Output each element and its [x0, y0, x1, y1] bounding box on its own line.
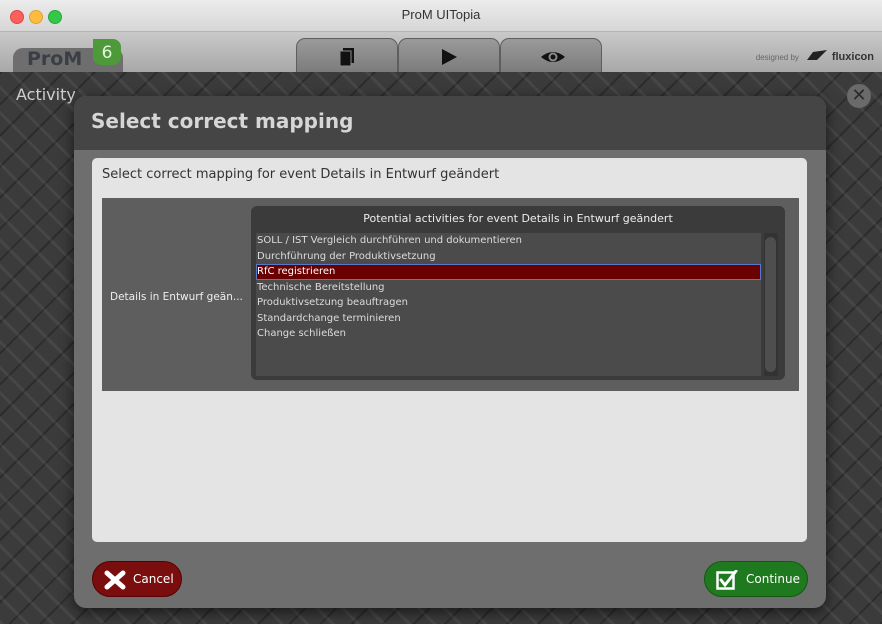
cancel-label: Cancel: [133, 572, 174, 586]
dialog-header: Select correct mapping: [74, 96, 826, 150]
checkbox-checked-icon: [716, 570, 738, 590]
tab-views[interactable]: [500, 38, 602, 74]
brand-name: fluxicon: [831, 51, 874, 63]
activity-item[interactable]: SOLL / IST Vergleich durchführen und dok…: [256, 233, 761, 249]
tab-workspace[interactable]: [296, 38, 398, 74]
play-icon: [442, 49, 457, 65]
dialog-content: Select correct mapping for event Details…: [92, 158, 807, 542]
continue-button[interactable]: Continue: [704, 561, 808, 597]
logo-version: 6: [93, 39, 121, 65]
app-window: ProM UITopia ProM 6 designed by fluxicon…: [0, 0, 882, 624]
workspace-icon: [339, 48, 354, 67]
activity-list-panel: Potential activities for event Details i…: [251, 206, 785, 380]
window-title: ProM UITopia: [401, 7, 481, 22]
activity-item[interactable]: Durchführung der Produktivsetzung: [256, 249, 761, 265]
activity-item[interactable]: Standardchange terminieren: [256, 311, 761, 327]
eye-icon: [541, 52, 565, 62]
activity-list[interactable]: SOLL / IST Vergleich durchführen und dok…: [256, 233, 761, 376]
logo-text: ProM: [27, 48, 83, 70]
mapping-row: Details in Entwurf geän... Potential act…: [102, 198, 799, 391]
cancel-button[interactable]: Cancel: [92, 561, 182, 597]
activity-list-header: Potential activities for event Details i…: [363, 212, 673, 225]
mapping-dialog: Select correct mapping Select correct ma…: [74, 96, 826, 608]
designed-by: designed by fluxicon: [756, 47, 874, 65]
tab-actions[interactable]: [398, 38, 500, 74]
activity-item[interactable]: Technische Bereitstellung: [256, 280, 761, 296]
list-scrollbar-thumb[interactable]: [765, 237, 776, 372]
fluxicon-logo-icon: [807, 50, 828, 60]
close-panel-icon[interactable]: ✕: [847, 84, 871, 108]
mapping-prompt: Select correct mapping for event Details…: [102, 167, 500, 182]
activity-item[interactable]: Produktivsetzung beauftragen: [256, 295, 761, 311]
activity-item-selected[interactable]: RfC registrieren: [256, 264, 761, 280]
cancel-x-icon: [104, 570, 126, 590]
designed-by-label: designed by: [755, 53, 799, 62]
continue-label: Continue: [746, 572, 800, 586]
event-label: Details in Entwurf geän...: [110, 291, 243, 303]
activity-item[interactable]: Change schließen: [256, 326, 761, 342]
title-bar: ProM UITopia: [0, 0, 882, 32]
dialog-title: Select correct mapping: [91, 109, 354, 133]
activity-heading: Activity: [16, 85, 76, 104]
view-tabs: [296, 38, 602, 74]
